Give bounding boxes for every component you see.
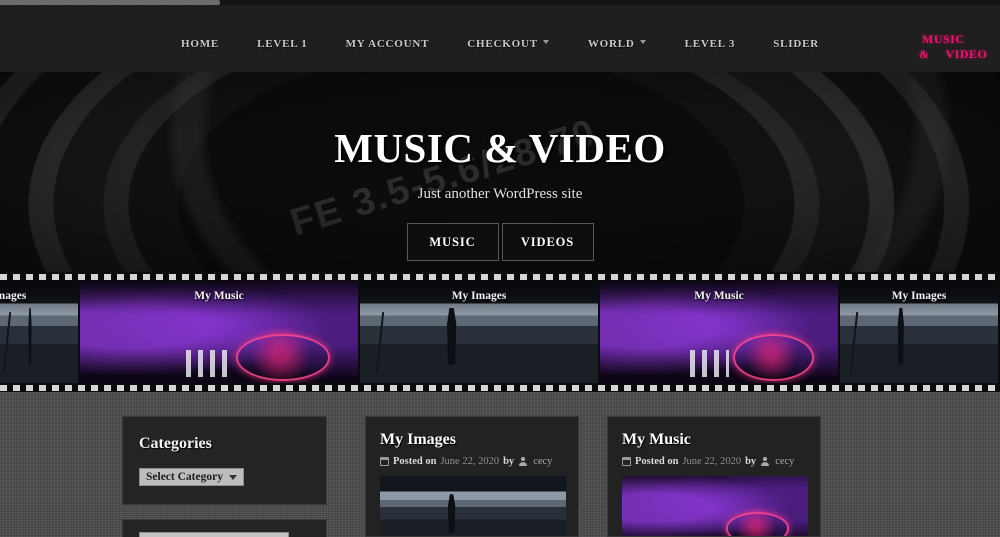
post-title[interactable]: My Images (380, 431, 564, 449)
by-label: by (745, 456, 757, 467)
nav-item-label: SLIDER (773, 38, 819, 50)
post-card[interactable]: My Music Posted on June 22, 2020 by cecy (607, 416, 821, 537)
nav-item-label: MY ACCOUNT (345, 38, 430, 50)
hero-banner: FE 3.5-5.6/28-70 MUSIC & VIDEO Just anot… (0, 72, 1000, 272)
hero-button-label: VIDEOS (520, 234, 575, 249)
posted-on-label: Posted on (635, 456, 679, 467)
carousel-slide[interactable]: My Images (0, 281, 80, 383)
user-icon (760, 457, 769, 466)
nav-item-checkout[interactable]: CHECKOUT (448, 38, 569, 50)
chevron-down-icon (639, 39, 647, 47)
nav-item-label: LEVEL 1 (257, 38, 308, 50)
slide-caption: My Images (891, 290, 947, 302)
site-logo[interactable]: MUSIC & VIDEO (914, 32, 987, 65)
calendar-icon (622, 457, 631, 466)
hero-button-label: MUSIC (429, 234, 476, 249)
post-meta: Posted on June 22, 2020 by cecy (380, 456, 564, 467)
turntable-ring (726, 512, 790, 536)
tripod-shape (849, 311, 858, 373)
nav-item-label: LEVEL 3 (684, 38, 736, 50)
turntable-ring (235, 334, 331, 381)
nav-item-my-account[interactable]: MY ACCOUNT (327, 38, 449, 50)
carousel-slides[interactable]: My Images My Music My Images My Music My Ima… (0, 281, 1000, 383)
widget-secondary-field[interactable] (139, 532, 289, 537)
mixer-faders (185, 350, 231, 377)
logo-line-1: MUSIC (922, 32, 965, 46)
slide-caption: My Music (194, 290, 244, 302)
post-date[interactable]: June 22, 2020 (440, 456, 499, 467)
carousel-slide[interactable]: My Music (80, 281, 360, 383)
filmstrip-sprockets-bottom (0, 383, 1000, 392)
nav-item-level-1[interactable]: LEVEL 1 (238, 38, 327, 50)
nav-item-label: HOME (181, 38, 220, 50)
site-header: HOME LEVEL 1 MY ACCOUNT CHECKOUT WORLD LEVEL … (0, 0, 1000, 72)
thumbnail-image-dj (622, 476, 808, 536)
category-select[interactable]: Select Category (139, 468, 244, 486)
mixer-faders (690, 350, 729, 377)
filmstrip-sprockets-top (0, 272, 1000, 281)
nav-item-world[interactable]: WORLD (569, 38, 666, 50)
slide-caption: My Images (0, 290, 27, 302)
filmstrip-carousel[interactable]: My Images My Music My Images My Music My Ima… (0, 272, 1000, 392)
carousel-slide[interactable]: My Images (840, 281, 1000, 383)
slide-caption: My Images (451, 290, 507, 302)
logo-line-2: & VIDEO (914, 47, 987, 61)
hero-button-group: MUSIC VIDEOS (406, 223, 594, 261)
chevron-down-icon (542, 39, 550, 47)
nav-item-label: WORLD (587, 38, 635, 50)
page-loading-bar (0, 0, 1000, 5)
carousel-slide[interactable]: My Music (600, 281, 840, 383)
tripod-shape (375, 311, 385, 373)
turntable-ring (733, 334, 815, 381)
post-meta: Posted on June 22, 2020 by cecy (622, 456, 806, 467)
carousel-slide[interactable]: My Images (360, 281, 600, 383)
post-title[interactable]: My Music (622, 431, 806, 449)
post-card[interactable]: My Images Posted on June 22, 2020 by cecy (365, 416, 579, 537)
main-content: Categories Select Category My Images Post… (0, 392, 1000, 537)
slide-caption: My Music (694, 290, 744, 302)
hero-button-videos[interactable]: VIDEOS (501, 223, 594, 261)
sidebar: Categories Select Category (122, 416, 327, 537)
nav-item-level-3[interactable]: LEVEL 3 (666, 38, 755, 50)
category-select-label: Select Category (146, 471, 223, 483)
site-tagline: Just another WordPress site (417, 186, 583, 202)
logo-ampersand: & (919, 47, 930, 61)
post-thumbnail[interactable] (622, 476, 808, 536)
nav-item-slider[interactable]: SLIDER (754, 38, 838, 50)
post-list: My Images Posted on June 22, 2020 by cecy My … (365, 416, 821, 537)
post-author[interactable]: cecy (533, 456, 552, 467)
widget-categories: Categories Select Category (122, 416, 327, 505)
post-author[interactable]: cecy (775, 456, 794, 467)
site-title: MUSIC & VIDEO (334, 125, 666, 171)
logo-video-text: VIDEO (945, 47, 988, 61)
post-date[interactable]: June 22, 2020 (682, 456, 741, 467)
post-thumbnail[interactable] (380, 476, 566, 536)
calendar-icon (380, 457, 389, 466)
main-navigation: HOME LEVEL 1 MY ACCOUNT CHECKOUT WORLD LEVEL … (0, 38, 1000, 50)
user-icon (518, 457, 527, 466)
nav-item-home[interactable]: HOME (162, 38, 238, 50)
loading-bar-fill (0, 0, 220, 5)
thumbnail-image-seascape (380, 476, 566, 536)
tripod-shape (3, 311, 12, 373)
nav-item-label: CHECKOUT (467, 38, 538, 50)
widget-secondary (122, 519, 327, 537)
hero-button-music[interactable]: MUSIC (406, 223, 499, 261)
posted-on-label: Posted on (393, 456, 437, 467)
widget-title: Categories (139, 435, 212, 452)
by-label: by (503, 456, 515, 467)
chevron-down-icon (228, 474, 237, 480)
